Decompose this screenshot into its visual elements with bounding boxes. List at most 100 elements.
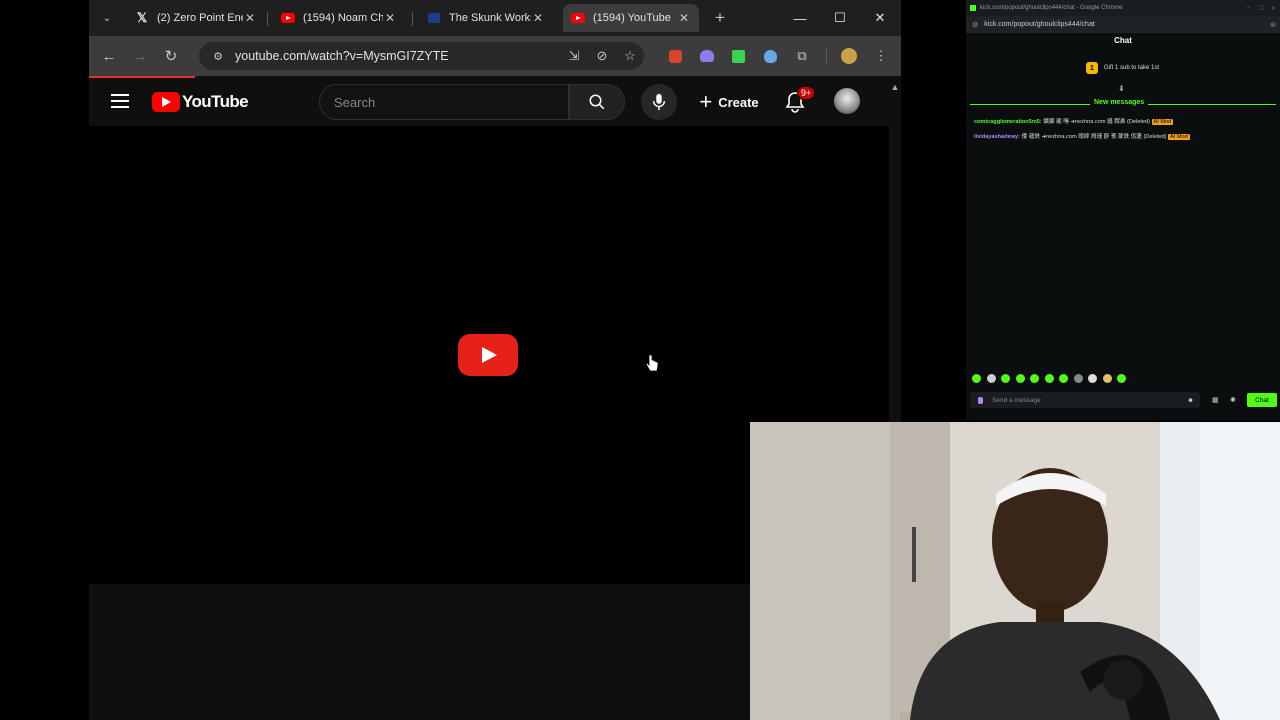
- settings-gear-icon[interactable]: ✺: [1230, 396, 1236, 404]
- minimize-button[interactable]: –: [1247, 5, 1250, 11]
- extension-shield-icon[interactable]: [759, 45, 781, 67]
- reload-icon[interactable]: ↻: [159, 44, 183, 68]
- url-text: youtube.com/watch?v=MysmGI7ZYTE: [235, 49, 449, 63]
- create-button[interactable]: + Create: [689, 84, 769, 120]
- chat-identity-icon[interactable]: [978, 396, 983, 404]
- scroll-down-icon[interactable]: ⇟: [1118, 84, 1125, 93]
- extensions-puzzle-icon[interactable]: ⧉: [791, 45, 813, 67]
- maximize-button[interactable]: ☐: [1259, 5, 1264, 12]
- new-messages-label: New messages: [1090, 99, 1149, 106]
- emote-icon[interactable]: [1102, 374, 1112, 383]
- x-icon: 𝕏: [136, 10, 148, 25]
- chat-message: lividayashadewy: 倭 蘊鉄 ➜nezhna.com 頭嫁 拇瑾 …: [974, 132, 1190, 140]
- tab-title: The Skunk Works: [449, 12, 531, 24]
- emote-icon[interactable]: [1117, 374, 1126, 383]
- hamburger-menu-icon[interactable]: [111, 94, 129, 108]
- emote-icon[interactable]: [1001, 374, 1010, 383]
- chat-message-text: 倭 蘊鉄 ➜nezhna.com 頭嫁 拇瑾 辪 蓍 蒙鉄 佤蓮 (Delete…: [1021, 134, 1167, 140]
- chat-header: Chat: [1114, 36, 1132, 45]
- close-window-button[interactable]: ✕: [1271, 5, 1276, 12]
- extension-fox-icon[interactable]: [664, 45, 686, 67]
- mod-tag: AI Mod: [1151, 119, 1174, 125]
- chat-username[interactable]: comicagglomeration5m5:: [974, 119, 1042, 125]
- emote-icon[interactable]: [986, 374, 996, 383]
- gift-box-icon[interactable]: ▦: [1212, 396, 1219, 404]
- emote-icon[interactable]: [1030, 374, 1039, 383]
- kick-address-bar[interactable]: ⚙ kick.com/popout/ghoulclips444/chat ⊘: [966, 16, 1280, 33]
- youtube-icon: [571, 11, 585, 25]
- chat-message: comicagglomeration5m5: 鑛鑛 罷 嘸 ➜nezhna.co…: [974, 117, 1174, 125]
- emote-icon[interactable]: [1073, 374, 1083, 383]
- tab-title: (2) Zero Point Ene: [157, 12, 243, 24]
- plus-icon: +: [699, 89, 713, 114]
- gift-coin-icon: 1: [1086, 62, 1098, 74]
- kick-url-text: kick.com/popout/ghoulclips444/chat: [984, 21, 1095, 28]
- browser-toolbar: ← → ↻ ⚙ youtube.com/watch?v=MysmGI7ZYTE …: [89, 36, 901, 76]
- hand-cursor-icon: [645, 354, 659, 372]
- chat-input-placeholder: Send a message: [992, 396, 1041, 404]
- search-input[interactable]: Search: [319, 84, 569, 120]
- youtube-logo[interactable]: YouTube: [152, 92, 249, 112]
- back-arrow-icon[interactable]: ←: [97, 44, 121, 68]
- large-play-button[interactable]: [458, 334, 518, 376]
- close-icon[interactable]: ✕: [383, 11, 397, 25]
- microphone-icon: [652, 93, 666, 111]
- quick-emote-bar: [972, 374, 1132, 383]
- scroll-up-arrow-icon[interactable]: ▲: [889, 82, 901, 94]
- extension-dice-icon[interactable]: [727, 45, 749, 67]
- tab-separator: [267, 12, 268, 26]
- close-icon[interactable]: ✕: [531, 11, 545, 25]
- search-button[interactable]: [569, 84, 625, 120]
- chat-username[interactable]: lividayashadewy:: [974, 134, 1020, 140]
- logo-text: YouTube: [182, 92, 249, 111]
- youtube-icon: [281, 11, 295, 25]
- chat-message-text: 鑛鑛 罷 嘸 ➜nezhna.com 繕 鍔鼻 (Deleted): [1043, 119, 1150, 125]
- profile-avatar-icon[interactable]: [838, 45, 860, 67]
- send-chat-button[interactable]: Chat: [1247, 393, 1277, 407]
- eye-slash-icon[interactable]: ⊘: [1270, 21, 1276, 29]
- tab-title: (1594) Noam Cho: [303, 12, 383, 24]
- toolbar-divider: [826, 48, 827, 64]
- bookmark-star-icon[interactable]: ☆: [619, 45, 641, 67]
- emote-icon[interactable]: [972, 374, 981, 383]
- notification-badge: 9+: [797, 86, 816, 100]
- emote-icon[interactable]: [1059, 374, 1068, 383]
- site-settings-icon[interactable]: ⚙: [972, 21, 978, 29]
- webcam-person-image: [750, 422, 1280, 720]
- youtube-header: YouTube Search + Create 9+: [89, 78, 889, 126]
- kick-window-title: kick.com/popout/ghoulclips444/chat - Goo…: [980, 5, 1123, 11]
- eye-slash-icon[interactable]: ⊘: [591, 45, 613, 67]
- close-window-button[interactable]: ✕: [860, 4, 900, 32]
- account-avatar[interactable]: [834, 88, 860, 114]
- gift-text: Gift 1 sub to take 1st: [1104, 65, 1160, 71]
- maximize-button[interactable]: ☐: [820, 4, 860, 32]
- menu-dots-icon[interactable]: ⋮: [870, 45, 892, 67]
- emote-icon[interactable]: [1015, 374, 1025, 383]
- mod-tag: AI Mod: [1168, 134, 1190, 140]
- tab-title: (1594) YouTube: [593, 12, 671, 24]
- gift-sub-banner[interactable]: 1 Gift 1 sub to take 1st: [1086, 62, 1159, 74]
- close-icon[interactable]: ✕: [677, 11, 691, 25]
- create-label: Create: [718, 94, 759, 110]
- kick-window-titlebar: kick.com/popout/ghoulclips444/chat - Goo…: [966, 0, 1280, 16]
- tab-zero-point[interactable]: 𝕏 (2) Zero Point Ene ✕: [127, 4, 265, 32]
- tab-strip: ⌄ 𝕏 (2) Zero Point Ene ✕ (1594) Noam Cho…: [89, 0, 901, 36]
- close-icon[interactable]: ✕: [243, 11, 257, 25]
- minimize-button[interactable]: —: [780, 4, 820, 32]
- voice-search-button[interactable]: [641, 84, 677, 120]
- emote-icon[interactable]: [1088, 374, 1097, 383]
- install-app-icon[interactable]: ⇲: [563, 45, 585, 67]
- forward-arrow-icon[interactable]: →: [128, 44, 152, 68]
- tab-skunk-works[interactable]: The Skunk Works ✕: [419, 4, 553, 32]
- tab-youtube-active[interactable]: (1594) YouTube ✕: [563, 4, 699, 32]
- emote-icon[interactable]: [1044, 374, 1054, 383]
- tab-noam-chomsky[interactable]: (1594) Noam Cho ✕: [273, 4, 405, 32]
- generic-site-icon: [427, 11, 441, 25]
- emoji-picker-icon[interactable]: ☻: [1187, 397, 1194, 404]
- extension-ghost-icon[interactable]: [696, 45, 718, 67]
- tab-search-icon[interactable]: ⌄: [95, 6, 119, 30]
- new-tab-button[interactable]: +: [708, 6, 732, 30]
- kick-logo-icon: [970, 5, 976, 11]
- chat-message-input[interactable]: Send a message ☻: [970, 392, 1200, 408]
- site-settings-icon[interactable]: ⚙: [209, 47, 227, 65]
